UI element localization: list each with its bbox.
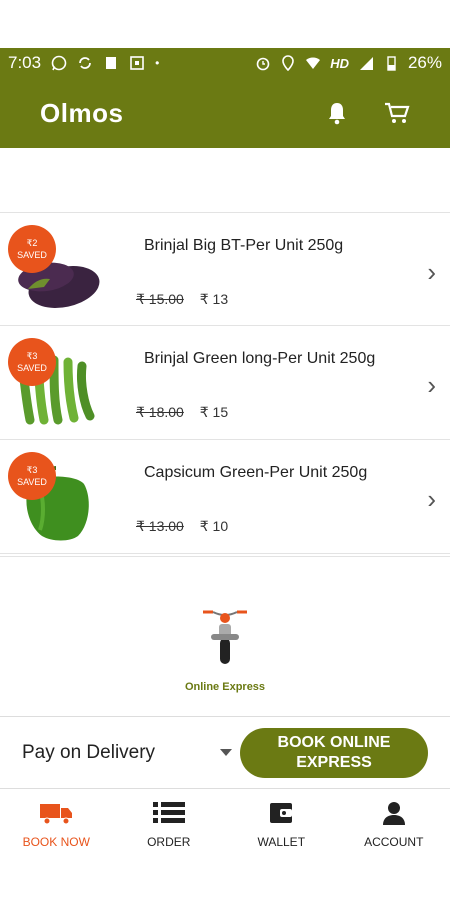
- saved-badge: ₹2 SAVED: [8, 225, 56, 273]
- app-title: Olmos: [40, 97, 124, 128]
- product-item[interactable]: ₹2 SAVED Brinjal Big BT-Per Unit 250g ₹ …: [0, 212, 450, 326]
- wallet-icon: [270, 803, 293, 823]
- alarm-icon: [256, 57, 270, 71]
- old-price: ₹ 13.00: [136, 518, 184, 534]
- payment-method-value: Pay on Delivery: [22, 741, 156, 763]
- wifi-icon: [306, 57, 321, 69]
- old-price: ₹ 18.00: [136, 404, 184, 420]
- cart-icon[interactable]: [384, 101, 410, 125]
- status-bar: 7:03 • HD 26%: [0, 48, 450, 78]
- nav-order[interactable]: ORDER: [113, 789, 226, 858]
- chevron-right-icon[interactable]: ›: [427, 370, 436, 401]
- sync-icon: [79, 57, 91, 69]
- product-list: ₹2 SAVED Brinjal Big BT-Per Unit 250g ₹ …: [0, 212, 450, 554]
- saved-badge: ₹3 SAVED: [8, 338, 56, 386]
- payment-bar: Pay on Delivery BOOK ONLINE EXPRESS: [0, 716, 450, 788]
- product-prices: ₹ 15.00 ₹ 13: [136, 291, 228, 308]
- new-price: ₹ 10: [199, 518, 229, 534]
- motorbike-icon: [203, 610, 247, 664]
- bell-icon[interactable]: [326, 101, 348, 125]
- saved-badge: ₹3 SAVED: [8, 452, 56, 500]
- status-time: 7:03: [8, 53, 42, 72]
- app-bar: Olmos: [0, 78, 450, 148]
- nav-wallet[interactable]: WALLET: [225, 789, 338, 858]
- truck-icon: [40, 804, 73, 825]
- new-price: ₹ 15: [199, 404, 229, 420]
- product-item[interactable]: ₹3 SAVED Brinjal Green long-Per Unit 250…: [0, 326, 450, 440]
- dropdown-caret-icon: [220, 749, 232, 756]
- product-name: Brinjal Green long-Per Unit 250g: [144, 350, 376, 367]
- online-express[interactable]: Online Express: [0, 604, 450, 693]
- system-icons: HD 26%: [255, 53, 442, 73]
- express-label: Online Express: [184, 681, 266, 693]
- whatsapp-icon: [51, 55, 67, 71]
- chevron-right-icon[interactable]: ›: [427, 257, 436, 288]
- battery-icon: [387, 56, 396, 71]
- nav-book-now[interactable]: BOOK NOW: [0, 789, 113, 858]
- app-screen: 7:03 • HD 26% Olmos ₹2 SAVED Brinjal Big…: [0, 0, 450, 900]
- signal-icon: [359, 57, 373, 70]
- payment-method-select[interactable]: Pay on Delivery: [22, 742, 232, 764]
- battery-level: 26%: [407, 53, 442, 72]
- scan-icon: [130, 56, 144, 70]
- network-type: HD: [330, 55, 349, 71]
- dot-icon: •: [155, 56, 160, 70]
- product-item[interactable]: ₹3 SAVED Capsicum Green-Per Unit 250g ₹ …: [0, 440, 450, 554]
- nav-account[interactable]: ACCOUNT: [338, 789, 450, 858]
- location-icon: [282, 55, 294, 71]
- product-prices: ₹ 18.00 ₹ 15: [136, 404, 228, 421]
- next-item-edge: [0, 556, 450, 566]
- product-name: Capsicum Green-Per Unit 250g: [144, 464, 368, 481]
- bottom-nav: BOOK NOW ORDER WALLET ACCOUNT: [0, 788, 450, 858]
- app-bar-actions: [326, 101, 410, 125]
- product-prices: ₹ 13.00 ₹ 10: [136, 518, 228, 535]
- product-name: Brinjal Big BT-Per Unit 250g: [144, 237, 344, 254]
- chevron-right-icon[interactable]: ›: [427, 484, 436, 515]
- list-icon: [152, 802, 185, 823]
- new-price: ₹ 13: [199, 291, 229, 307]
- notification-icons: •: [51, 55, 159, 71]
- document-icon: [106, 57, 117, 69]
- old-price: ₹ 15.00: [136, 291, 184, 307]
- person-icon: [382, 802, 405, 825]
- book-online-express-button[interactable]: BOOK ONLINE EXPRESS: [240, 727, 428, 778]
